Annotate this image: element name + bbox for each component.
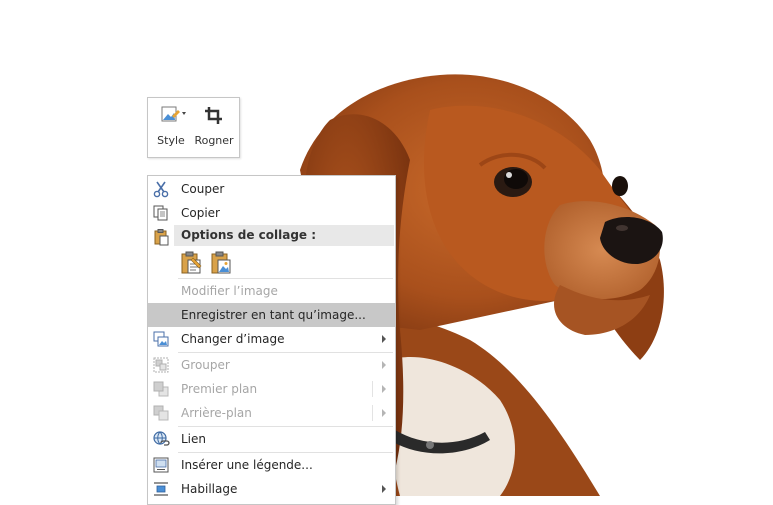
picture-style-icon <box>150 104 192 126</box>
menu-item-send-backward: Arrière-plan <box>148 401 395 425</box>
picture-style-button[interactable]: Style <box>150 98 192 157</box>
menu-item-link[interactable]: Lien <box>148 427 395 451</box>
send-backward-label: Arrière-plan <box>181 406 252 420</box>
menu-item-edit-image: Modifier l’image <box>148 279 395 303</box>
insert-caption-label: Insérer une légende... <box>181 458 313 472</box>
submenu-arrow-icon <box>382 385 386 393</box>
caption-icon <box>152 456 170 474</box>
submenu-arrow-icon <box>382 361 386 369</box>
link-globe-icon <box>152 430 170 448</box>
copy-icon <box>152 204 170 222</box>
crop-button[interactable]: Rogner <box>192 98 236 157</box>
submenu-arrow-icon <box>382 485 386 493</box>
clipboard-icon <box>152 228 170 246</box>
bring-forward-icon <box>152 380 170 398</box>
style-label: Style <box>157 134 185 147</box>
paste-keep-source-button[interactable] <box>179 250 203 276</box>
menu-item-group: Grouper <box>148 353 395 377</box>
submenu-arrow-icon <box>382 335 386 343</box>
scissors-icon <box>152 180 170 198</box>
send-backward-icon <box>152 404 170 422</box>
paste-options-label: Options de collage : <box>181 228 317 242</box>
paste-picture-icon <box>209 251 233 279</box>
menu-item-bring-forward: Premier plan <box>148 377 395 401</box>
menu-item-save-as-image[interactable]: Enregistrer en tant qu’image... <box>148 303 395 327</box>
crop-label: Rogner <box>194 134 234 147</box>
paste-keep-source-icon <box>179 251 203 279</box>
menu-item-cut[interactable]: Couper <box>148 177 395 201</box>
copy-label: Copier <box>181 206 220 220</box>
cut-label: Couper <box>181 182 225 196</box>
context-menu: Couper Copier Options de collage : Modif… <box>147 175 396 505</box>
menu-item-copy[interactable]: Copier <box>148 201 395 225</box>
menu-item-insert-caption[interactable]: Insérer une légende... <box>148 453 395 477</box>
paste-options-header: Options de collage : <box>174 225 394 246</box>
paste-picture-button[interactable] <box>209 250 233 276</box>
edit-image-label: Modifier l’image <box>181 284 278 298</box>
submenu-arrow-icon <box>382 409 386 417</box>
save-as-image-label: Enregistrer en tant qu’image... <box>181 308 366 322</box>
group-icon <box>152 356 170 374</box>
group-label: Grouper <box>181 358 230 372</box>
menu-item-change-image[interactable]: Changer d’image <box>148 327 395 351</box>
change-image-label: Changer d’image <box>181 332 285 346</box>
mini-toolbar: Style Rogner <box>147 97 240 158</box>
change-picture-icon <box>152 330 170 348</box>
split-divider <box>372 381 373 397</box>
crop-icon <box>192 104 236 126</box>
wrap-text-icon <box>152 480 170 498</box>
wrap-text-label: Habillage <box>181 482 238 496</box>
split-divider <box>372 405 373 421</box>
link-label: Lien <box>181 432 207 446</box>
bring-forward-label: Premier plan <box>181 382 258 396</box>
menu-item-wrap-text[interactable]: Habillage <box>148 477 395 501</box>
